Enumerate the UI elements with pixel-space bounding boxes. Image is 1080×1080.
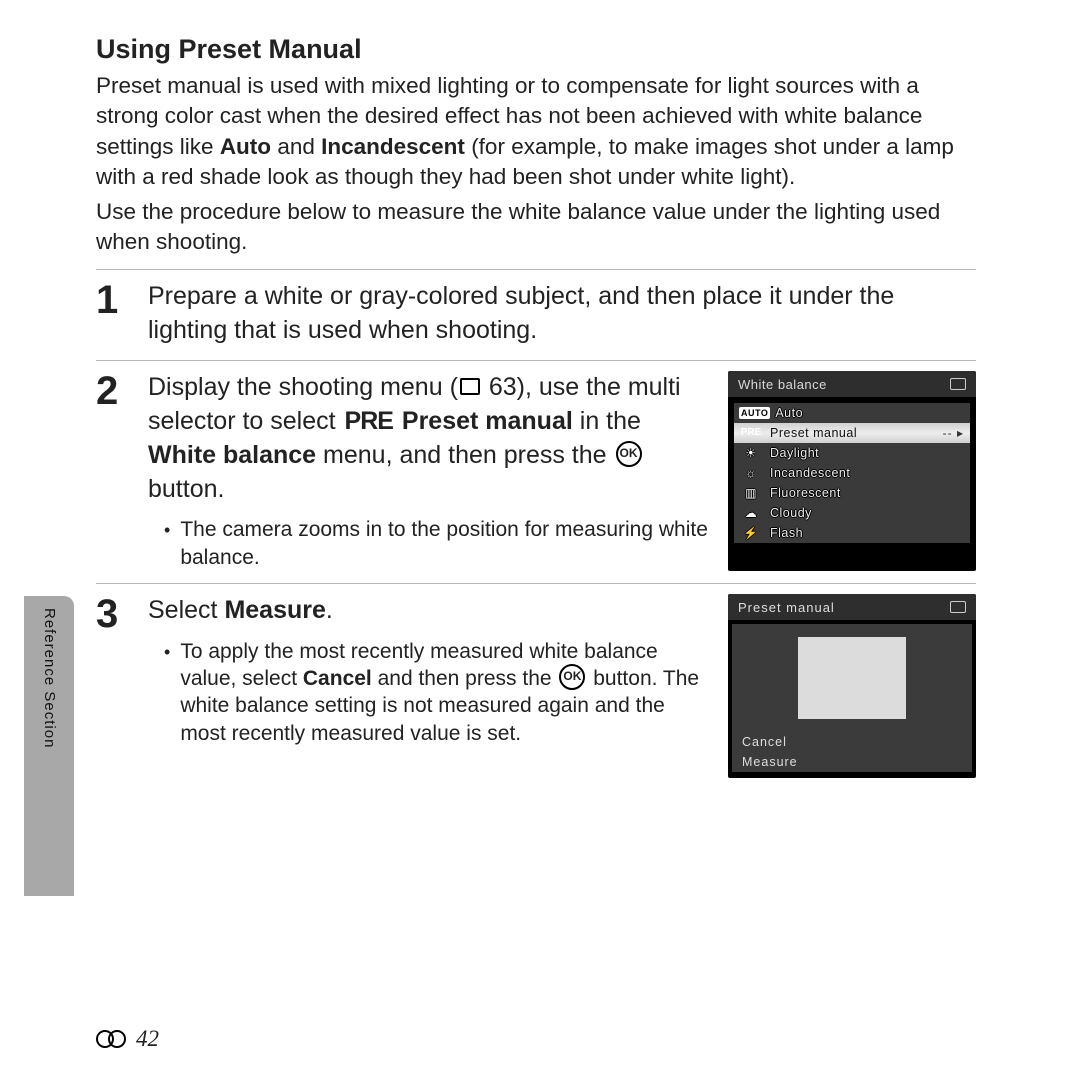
wb-flash-label: Flash <box>768 526 970 540</box>
step-3-measure: Measure <box>224 596 325 624</box>
wb-incan-label: Incandescent <box>768 466 970 480</box>
screenshot-white-balance-menu: White balance AUTO Auto PRE Preset manua… <box>728 371 976 571</box>
shot2-measure-box <box>798 637 906 719</box>
reference-section-tab: Reference Section <box>24 596 74 896</box>
ok-icon: OK <box>616 441 642 467</box>
step-3-cancel: Cancel <box>303 667 372 690</box>
bullet-dot-icon <box>164 638 170 747</box>
wb-cloudy-label: Cloudy <box>768 506 970 520</box>
shot2-titlebar: Preset manual <box>728 594 976 620</box>
step-2-preset-manual: Preset manual <box>402 407 573 435</box>
page-title: Using Preset Manual <box>96 34 976 65</box>
intro-paragraph-2: Use the procedure below to measure the w… <box>96 197 976 258</box>
flash-icon: ⚡ <box>734 526 768 540</box>
wb-auto-label: Auto <box>773 406 970 420</box>
divider-2 <box>96 360 976 361</box>
intro-and: and <box>277 134 321 159</box>
intro-auto: Auto <box>220 134 271 159</box>
step-2-text-d: menu, and then press the <box>316 441 613 469</box>
step-2-bullet: The camera zooms in to the position for … <box>164 516 710 571</box>
wb-row-incandescent[interactable]: ☼ Incandescent <box>734 463 970 483</box>
bullet-dot-icon <box>164 516 170 571</box>
wb-fluor-label: Fluorescent <box>768 486 970 500</box>
intro-incandescent: Incandescent <box>321 134 465 159</box>
reference-section-label: Reference Section <box>41 608 58 748</box>
shot2-cancel-option[interactable]: Cancel <box>732 732 972 752</box>
wb-row-auto[interactable]: AUTO Auto <box>734 403 970 423</box>
shot2-title: Preset manual <box>738 600 835 615</box>
screenshot-preset-manual: Preset manual Cancel Measure <box>728 594 976 778</box>
step-3-number: 3 <box>96 594 130 778</box>
step-3-headline: Select Measure. <box>148 594 710 628</box>
sun-icon: ☀ <box>734 446 768 460</box>
auto-icon: AUTO <box>739 407 770 419</box>
intro-paragraph-1: Preset manual is used with mixed lightin… <box>96 71 976 193</box>
wb-row-flash[interactable]: ⚡ Flash <box>734 523 970 543</box>
pre-icon: PRE <box>345 405 393 439</box>
step-3: 3 Select Measure. To apply the most rece… <box>96 594 976 778</box>
camera-mode-icon <box>950 378 966 390</box>
camera-mode-icon <box>950 601 966 613</box>
step-2: 2 Display the shooting menu ( 63), use t… <box>96 371 976 571</box>
step-3-bullet: To apply the most recently measured whit… <box>164 638 710 747</box>
wb-row-cloudy[interactable]: ☁ Cloudy <box>734 503 970 523</box>
wb-daylight-label: Daylight <box>768 446 970 460</box>
ok-icon: OK <box>559 664 585 690</box>
step-3-head-c: . <box>326 596 333 624</box>
shot1-titlebar: White balance <box>728 371 976 397</box>
step-2-text-c: in the <box>573 407 641 435</box>
step-1-text: Prepare a white or gray-colored subject,… <box>148 280 976 348</box>
book-icon <box>460 378 480 395</box>
step-3-bullet-b: and then press the <box>372 667 558 690</box>
wb-row-preset-manual[interactable]: PRE Preset manual <box>734 423 970 443</box>
pre-icon-menu: PRE <box>734 427 768 438</box>
step-1-number: 1 <box>96 280 130 348</box>
shot2-preview-area <box>732 624 972 732</box>
shot1-list: AUTO Auto PRE Preset manual ☀ Daylight ☼… <box>734 403 970 543</box>
step-3-bullet-text: To apply the most recently measured whit… <box>180 638 710 747</box>
step-2-bullet-text: The camera zooms in to the position for … <box>180 516 710 571</box>
step-3-head-a: Select <box>148 596 224 624</box>
fluorescent-icon: ▥ <box>734 486 768 500</box>
shot1-title: White balance <box>738 377 827 392</box>
wb-row-fluorescent[interactable]: ▥ Fluorescent <box>734 483 970 503</box>
step-2-text-a: Display the shooting menu ( <box>148 373 458 401</box>
shot2-measure-option[interactable]: Measure <box>732 752 972 772</box>
page-body: Using Preset Manual Preset manual is use… <box>96 34 976 778</box>
divider-1 <box>96 269 976 270</box>
bulb-icon: ☼ <box>734 466 768 480</box>
reference-link-icon <box>96 1030 130 1048</box>
divider-3 <box>96 583 976 584</box>
page-footer: 42 <box>96 1026 159 1052</box>
step-2-number: 2 <box>96 371 130 571</box>
wb-preset-label: Preset manual <box>768 426 970 440</box>
step-2-text: Display the shooting menu ( 63), use the… <box>148 371 710 507</box>
wb-row-daylight[interactable]: ☀ Daylight <box>734 443 970 463</box>
step-1: 1 Prepare a white or gray-colored subjec… <box>96 280 976 348</box>
cloud-icon: ☁ <box>734 506 768 520</box>
step-2-text-e: button. <box>148 475 224 503</box>
page-number: 42 <box>136 1026 159 1052</box>
step-2-white-balance: White balance <box>148 441 316 469</box>
